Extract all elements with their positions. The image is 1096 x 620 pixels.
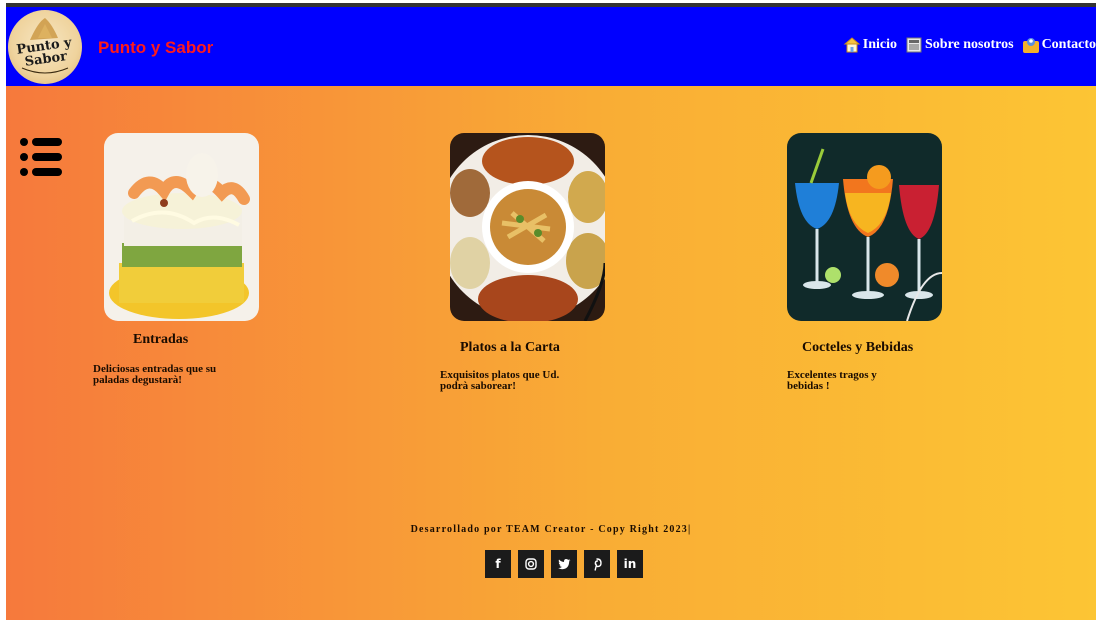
card-entradas-description: Deliciosas entradas que su paladas degus… [93,363,217,386]
nav-contacto[interactable]: Contacto [1022,36,1096,54]
causa-dish-photo[interactable] [104,133,259,321]
card-entradas[interactable] [104,133,264,321]
nav-sobre-nosotros[interactable]: Sobre nosotros [905,36,1014,54]
cocktails-image [787,133,942,321]
pinterest-icon[interactable] [584,550,610,578]
card-cocteles-description: Excelentes tragos y bebidas ! [787,369,877,392]
platter-dish-photo[interactable] [450,133,605,321]
instagram-glyph [525,558,537,570]
logo[interactable]: Punto y Sabor [8,10,82,84]
menu-list-icon[interactable] [20,136,64,178]
card-platos-description: Exquisitos platos que Ud. podrà saborear… [440,369,560,392]
nav-contacto-label: Contacto [1041,37,1096,52]
newspaper-icon [906,37,922,53]
nav-inicio-label: Inicio [862,37,897,52]
causa-dish-image [104,133,259,321]
cocktails-photo[interactable] [787,133,942,321]
social-links: f in [485,550,650,578]
facebook-icon[interactable]: f [485,550,511,578]
top-nav: Inicio Sobre nosotros Contacto [835,36,1096,54]
card-platos[interactable] [450,133,610,321]
card-cocteles-title[interactable]: Cocteles y Bebidas [802,340,913,356]
twitter-icon[interactable] [551,550,577,578]
header: Punto y Sabor Punto y Sabor Inicio Sobre… [6,7,1096,86]
footer-credits: Desarrollado por TEAM Creator - Copy Rig… [410,524,692,535]
linkedin-icon[interactable]: in [617,550,643,578]
house-icon [843,37,861,53]
twitter-glyph [557,559,570,570]
nav-inicio[interactable]: Inicio [843,36,897,54]
card-platos-title[interactable]: Platos a la Carta [460,340,560,356]
main-content: Entradas Deliciosas entradas que su pala… [6,86,1096,620]
instagram-icon[interactable] [518,550,544,578]
brand-name[interactable]: Punto y Sabor [98,38,213,58]
pinterest-glyph [594,557,602,571]
contact-card-icon [1022,38,1039,53]
nav-sobre-nosotros-label: Sobre nosotros [925,37,1014,52]
card-entradas-title[interactable]: Entradas [133,332,188,348]
card-cocteles[interactable] [787,133,947,321]
platter-dish-image [450,133,605,321]
